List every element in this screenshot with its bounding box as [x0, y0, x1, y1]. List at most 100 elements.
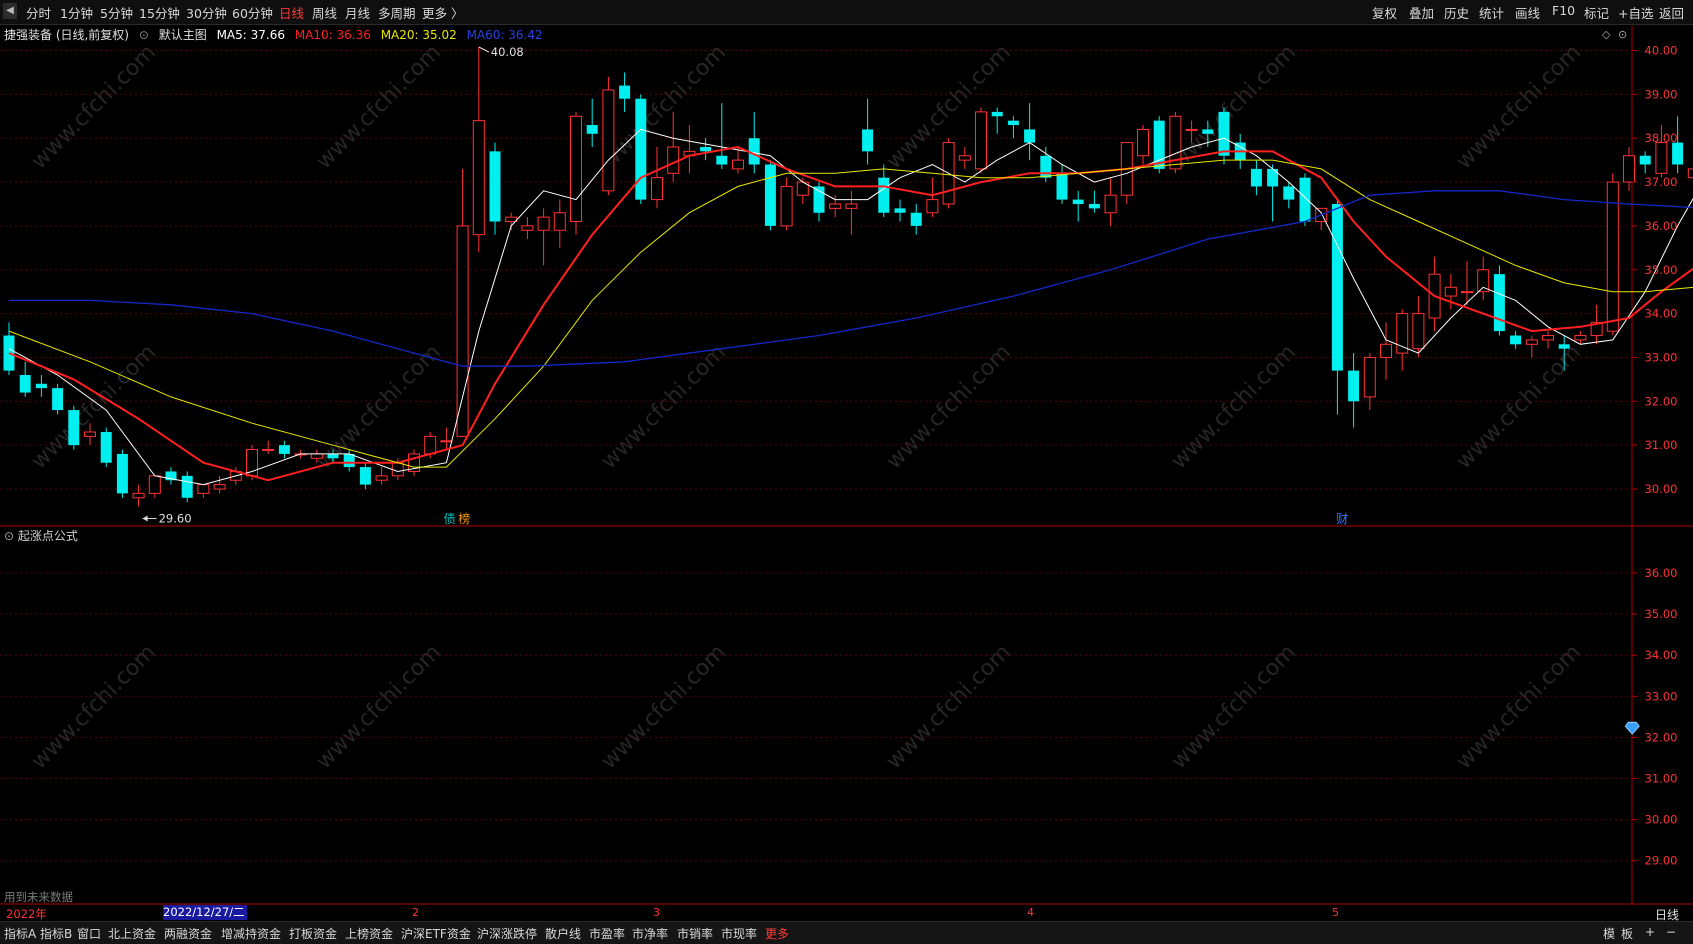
candle-up [1381, 322, 1392, 379]
candle-body [652, 178, 663, 200]
watermark-text: www.cfchi.com [882, 340, 1016, 474]
candle-down [1348, 353, 1359, 428]
candle-down [166, 467, 177, 485]
candle-body [279, 445, 290, 454]
tab-ps[interactable]: 市销率 [677, 925, 713, 942]
candle-down [716, 103, 727, 169]
zoom-out-button[interactable]: − [1666, 925, 1676, 939]
candle-body [1397, 314, 1408, 353]
sub-tick-label: 35.00 [1645, 607, 1678, 621]
board-button[interactable]: 板 [1621, 925, 1633, 942]
indicator-tabs: 指标A 指标B 窗口 北上资金 两融资金 增减持资金 打板资金 上榜资金 沪深E… [0, 921, 1693, 944]
candle-body [1105, 195, 1116, 213]
candle-down [360, 463, 371, 489]
candle-body [1494, 274, 1505, 331]
candle-body [376, 476, 387, 480]
tab-margin[interactable]: 两融资金 [164, 925, 212, 942]
tab-indicator-a[interactable]: 指标A [4, 925, 36, 942]
tab-limit-up-funds[interactable]: 打板资金 [289, 925, 337, 942]
candle-up [1105, 178, 1116, 226]
tab-retail-line[interactable]: 散户线 [545, 925, 581, 942]
candle-body [1381, 344, 1392, 357]
candle-down [1073, 191, 1084, 222]
candle-body [522, 226, 533, 230]
sub-tick-label: 31.00 [1645, 772, 1678, 786]
candle-up [538, 208, 549, 265]
candle-body [976, 112, 987, 169]
candle-up [1526, 336, 1537, 358]
tab-limit-stats[interactable]: 沪深涨跌停 [477, 925, 537, 942]
tab-pcf[interactable]: 市现率 [721, 925, 757, 942]
candle-down [1267, 165, 1278, 222]
candle-down [862, 99, 873, 165]
candle-body [1283, 186, 1294, 199]
tab-etf-funds[interactable]: 沪深ETF资金 [401, 925, 471, 942]
candle-up [1316, 208, 1327, 230]
tab-pe[interactable]: 市盈率 [589, 925, 625, 942]
candle-body [1348, 371, 1359, 402]
watermark-text: www.cfchi.com [597, 40, 731, 174]
candle-body [1024, 129, 1035, 142]
candle-body [700, 147, 711, 151]
date-bar: 2022年 2022/12/27/二 2 3 4 5 日线 [0, 905, 1693, 921]
tab-window[interactable]: 窗口 [77, 925, 101, 942]
min-price-label: 29.60 [159, 512, 192, 526]
diamond-outline-icon: ◇ [1602, 28, 1611, 41]
candle-down [1219, 108, 1230, 165]
candle-down [68, 406, 79, 450]
candle-body [198, 485, 209, 494]
candle-body [20, 375, 31, 393]
month-3: 3 [653, 906, 660, 919]
watermark-text: www.cfchi.com [597, 340, 731, 474]
candle-body [1672, 143, 1683, 165]
candle-up [846, 191, 857, 235]
candle-up [214, 476, 225, 494]
candle-down [749, 112, 760, 173]
zoom-in-button[interactable]: + [1645, 925, 1655, 939]
candle-body [149, 476, 160, 494]
candle-body [1202, 129, 1213, 133]
candle-body [101, 432, 112, 463]
candle-down [101, 428, 112, 467]
tab-indicator-b[interactable]: 指标B [40, 925, 72, 942]
template-button[interactable]: 模 [1603, 925, 1615, 942]
kline-chart[interactable]: www.cfchi.com www.cfchi.com www.cfchi.com w… [0, 0, 1693, 905]
formula-name: 起涨点公式 [18, 529, 78, 543]
candle-body [862, 129, 873, 151]
sub-grid [0, 573, 1632, 861]
tab-pb[interactable]: 市净率 [632, 925, 668, 942]
candle-body [895, 208, 906, 212]
candle-up [522, 217, 533, 239]
watermark-text: www.cfchi.com [27, 40, 161, 174]
candle-up [652, 147, 663, 208]
candle-down [20, 362, 31, 397]
candle-up [1607, 173, 1618, 335]
candle-up [603, 77, 614, 195]
candle-body [392, 463, 403, 476]
tab-holdings-change[interactable]: 增减持资金 [221, 925, 281, 942]
tab-more[interactable]: 更多 [765, 925, 789, 942]
sub-tick-label: 32.00 [1645, 730, 1678, 744]
candle-up [554, 200, 565, 248]
candle-body [554, 213, 565, 231]
price-axis: 40.0039.0038.0037.0036.0035.0034.0033.00… [1632, 44, 1677, 497]
candle-down [814, 182, 825, 221]
candle-body [587, 125, 598, 134]
max-pointer [479, 47, 489, 52]
tab-northbound[interactable]: 北上资金 [108, 925, 156, 942]
candle-up [263, 441, 274, 454]
dropdown-circle-icon[interactable]: ⊙ [4, 529, 14, 543]
candle-body [311, 454, 322, 458]
candle-body [182, 476, 193, 498]
candle-down [182, 471, 193, 502]
candle-down [895, 200, 906, 222]
candle-body [1073, 200, 1084, 204]
sub-panel-title[interactable]: ⊙ 起涨点公式 [4, 527, 78, 544]
watermark-text: www.cfchi.com [312, 40, 446, 174]
candle-body [571, 116, 582, 221]
candle-body [1364, 357, 1375, 396]
candle-body [1251, 169, 1262, 187]
tab-board-funds[interactable]: 上榜资金 [345, 925, 393, 942]
price-tick-label: 40.00 [1645, 44, 1678, 58]
candle-body [68, 410, 79, 445]
